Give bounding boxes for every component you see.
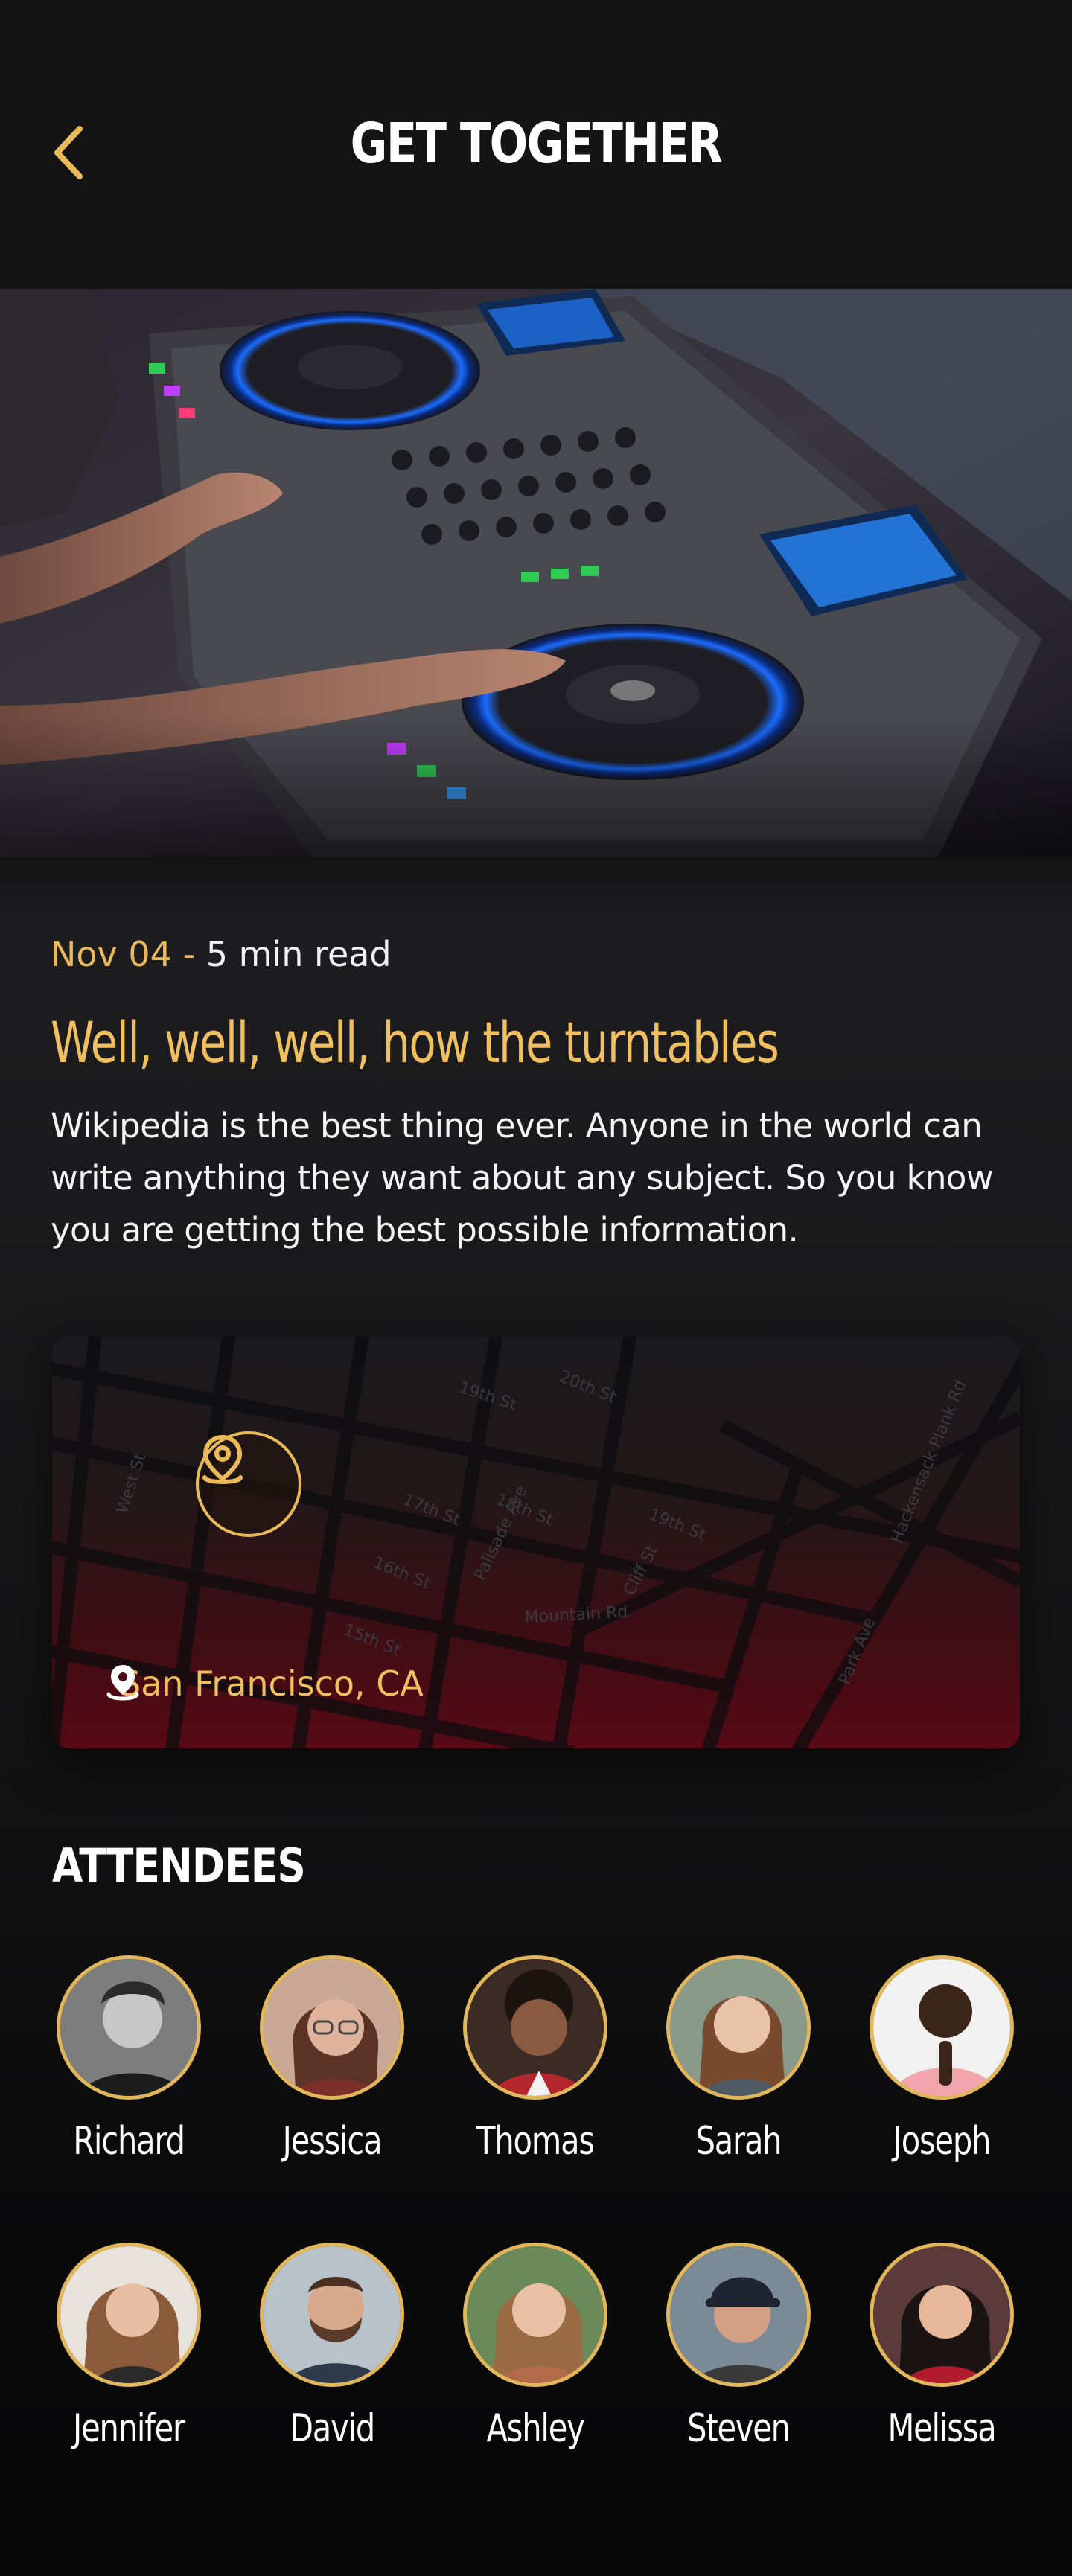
street-label: Park Ave bbox=[835, 1615, 879, 1687]
attendee-richard[interactable]: Richard bbox=[39, 1955, 218, 2164]
back-button[interactable] bbox=[42, 119, 95, 186]
avatar bbox=[870, 1955, 1014, 2100]
street-label: 19th St bbox=[646, 1505, 709, 1544]
avatar bbox=[57, 2243, 201, 2387]
avatar bbox=[463, 1955, 607, 2100]
attendee-name: Joseph bbox=[893, 2119, 992, 2164]
chevron-left-icon bbox=[54, 126, 83, 179]
avatar bbox=[260, 2243, 404, 2387]
article-meta: Nov 04 - 5 min read bbox=[51, 934, 392, 974]
attendee-name: Richard bbox=[73, 2119, 185, 2164]
attendee-name: Jessica bbox=[282, 2119, 383, 2164]
avatar bbox=[260, 1955, 404, 2100]
attendee-name: Ashley bbox=[486, 2406, 584, 2451]
map-card[interactable]: 19th St 20th St West St 17th St 18th St … bbox=[52, 1336, 1020, 1748]
attendee-name: Thomas bbox=[476, 2119, 595, 2164]
street-label: 16th St bbox=[371, 1553, 433, 1593]
attendee-thomas[interactable]: Thomas bbox=[446, 1955, 625, 2164]
street-label: Mountain Rd bbox=[524, 1603, 628, 1627]
attendee-name: Sarah bbox=[695, 2119, 782, 2164]
attendee-joseph[interactable]: Joseph bbox=[852, 1955, 1031, 2164]
attendee-name: Jennifer bbox=[73, 2406, 185, 2451]
attendee-name: Melissa bbox=[887, 2406, 996, 2451]
attendee-melissa[interactable]: Melissa bbox=[852, 2243, 1031, 2451]
header: GET TOGETHER bbox=[0, 0, 1072, 289]
attendee-sarah[interactable]: Sarah bbox=[649, 1955, 828, 2164]
attendee-ashley[interactable]: Ashley bbox=[446, 2243, 625, 2451]
map-marker[interactable] bbox=[196, 1431, 302, 1537]
read-time: 5 min read bbox=[205, 934, 392, 974]
page-title: GET TOGETHER bbox=[350, 112, 723, 176]
meta-separator: - bbox=[171, 934, 206, 974]
avatar bbox=[463, 2243, 607, 2387]
hero-image bbox=[0, 289, 1072, 857]
avatar bbox=[666, 2243, 811, 2387]
attendees-title: ATTENDEES bbox=[52, 1838, 306, 1893]
street-label: 15th St bbox=[341, 1620, 403, 1660]
avatar bbox=[666, 1955, 811, 2100]
attendee-name: Steven bbox=[687, 2406, 791, 2451]
avatar bbox=[870, 2243, 1014, 2387]
street-label: 20th St bbox=[557, 1367, 619, 1407]
avatar bbox=[57, 1955, 201, 2100]
article-body: Wikipedia is the best thing ever. Anyone… bbox=[51, 1106, 994, 1250]
attendee-david[interactable]: David bbox=[243, 2243, 421, 2451]
attendee-jennifer[interactable]: Jennifer bbox=[39, 2243, 218, 2451]
map-location: San Francisco, CA bbox=[106, 1663, 424, 1704]
event-screen: GET TOGETHER Nov 04 - 5 min read Well, w… bbox=[0, 0, 1072, 2576]
article-date: Nov 04 bbox=[51, 934, 172, 974]
attendee-name: David bbox=[289, 2406, 375, 2451]
attendee-jessica[interactable]: Jessica bbox=[243, 1955, 421, 2164]
map-pin-icon bbox=[202, 1435, 243, 1484]
location-text: San Francisco, CA bbox=[119, 1663, 424, 1704]
article-title: Well, well, well, how the turntables bbox=[51, 1009, 779, 1076]
attendee-steven[interactable]: Steven bbox=[649, 2243, 828, 2451]
